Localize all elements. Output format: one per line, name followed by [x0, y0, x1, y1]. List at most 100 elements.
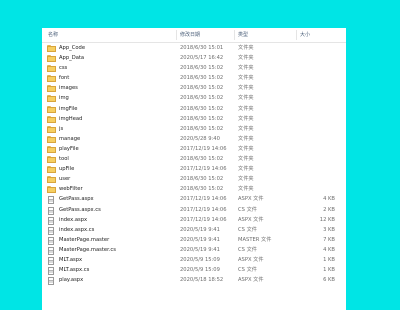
folder-icon [47, 65, 56, 73]
file-row[interactable]: js 2018/6/30 15:02 文件夹 [42, 124, 346, 134]
file-size: 6 KB [323, 277, 335, 284]
file-row[interactable]: tool 2018/6/30 15:02 文件夹 [42, 154, 346, 164]
file-row[interactable]: css 2018/6/30 15:02 文件夹 [42, 63, 346, 73]
column-divider[interactable] [296, 30, 297, 40]
file-type: 文件夹 [238, 75, 254, 82]
file-date-modified: 2018/6/30 15:02 [180, 115, 224, 122]
folder-icon [47, 186, 56, 194]
file-name: imgHead [59, 115, 83, 122]
file-row[interactable]: MLT.aspx 2020/5/9 15:09 ASPX 文件 1 KB [42, 255, 346, 265]
file-name: imgFile [59, 105, 78, 112]
file-name: manage [59, 135, 81, 142]
file-icon [47, 216, 56, 225]
folder-icon [47, 176, 56, 184]
file-type: CS 文件 [238, 246, 257, 253]
column-header-row: 名称 修改日期 类型 大小 [42, 28, 346, 43]
file-date-modified: 2020/5/18 18:52 [180, 277, 224, 284]
file-name: MLT.aspx.cs [59, 267, 90, 274]
file-size [298, 164, 335, 174]
file-size: 1 KB [323, 256, 335, 263]
file-name: tool [59, 156, 69, 163]
file-size [298, 154, 335, 164]
file-date-modified: 2018/6/30 15:02 [180, 105, 224, 112]
folder-icon [47, 115, 56, 123]
file-row[interactable]: font 2018/6/30 15:02 文件夹 [42, 73, 346, 83]
folder-icon [47, 45, 56, 52]
file-icon [47, 226, 56, 235]
file-row[interactable]: imgFile 2018/6/30 15:02 文件夹 [42, 104, 346, 114]
file-size [298, 134, 335, 144]
file-row[interactable]: index.aspx 2017/12/19 14:06 ASPX 文件 12 KB [42, 215, 346, 225]
file-row[interactable]: playFile 2017/12/19 14:06 文件夹 [42, 144, 346, 154]
column-header-name[interactable]: 名称 [48, 28, 58, 42]
file-row[interactable]: App_Code 2018/6/30 15:01 文件夹 [42, 43, 346, 53]
file-explorer-window: 名称 修改日期 类型 大小 App_Code 2018/6/30 15:01 文件夹… [42, 28, 346, 310]
file-row[interactable]: MasterPage.master.cs 2020/5/19 9:41 CS 文件 4… [42, 245, 346, 255]
folder-icon [47, 156, 56, 164]
file-row[interactable]: user 2018/6/30 15:02 文件夹 [42, 174, 346, 184]
folder-icon [47, 75, 56, 83]
file-date-modified: 2018/6/30 15:02 [180, 65, 224, 72]
file-date-modified: 2018/6/30 15:02 [180, 156, 224, 163]
file-row[interactable]: index.aspx.cs 2020/5/19 9:41 CS 文件 3 KB [42, 225, 346, 235]
file-icon [47, 256, 56, 265]
file-row[interactable]: images 2018/6/30 15:02 文件夹 [42, 83, 346, 93]
file-type: MASTER 文件 [238, 236, 272, 243]
file-name: GetPass.aspx.cs [59, 206, 101, 213]
file-name: GetPass.aspx [59, 196, 94, 203]
file-size [298, 124, 335, 134]
file-type: 文件夹 [238, 176, 254, 183]
file-row[interactable]: App_Data 2020/5/17 16:42 文件夹 [42, 53, 346, 63]
file-row[interactable]: webFilter 2018/6/30 15:02 文件夹 [42, 184, 346, 194]
file-date-modified: 2020/5/19 9:41 [180, 236, 220, 243]
file-row[interactable]: play.aspx 2020/5/18 18:52 ASPX 文件 6 KB [42, 275, 346, 286]
file-row[interactable]: GetPass.aspx 2017/12/19 14:06 ASPX 文件 4 KB [42, 194, 346, 205]
file-name: MLT.aspx [59, 256, 83, 263]
file-name: index.aspx.cs [59, 226, 95, 233]
file-name: css [59, 65, 68, 72]
file-name: user [59, 176, 71, 183]
column-divider[interactable] [176, 30, 177, 40]
file-date-modified: 2020/5/17 16:42 [180, 55, 224, 62]
folder-icon [47, 135, 56, 143]
file-size: 4 KB [323, 196, 335, 203]
file-row[interactable]: img 2018/6/30 15:02 文件夹 [42, 93, 346, 103]
file-row[interactable]: manage 2020/5/28 9:40 文件夹 [42, 134, 346, 144]
file-row[interactable]: MLT.aspx.cs 2020/5/9 15:09 CS 文件 1 KB [42, 265, 346, 276]
file-icon [47, 267, 56, 276]
file-type: CS 文件 [238, 206, 257, 213]
file-row[interactable]: MasterPage.master 2020/5/19 9:41 MASTER 文件… [42, 235, 346, 245]
file-date-modified: 2018/6/30 15:02 [180, 125, 224, 132]
folder-icon [47, 166, 56, 174]
file-type: 文件夹 [238, 55, 254, 62]
file-name: index.aspx [59, 216, 88, 223]
file-icon [47, 196, 56, 205]
file-type: ASPX 文件 [238, 216, 264, 223]
file-size [298, 73, 335, 83]
file-row[interactable]: GetPass.aspx.cs 2017/12/19 14:06 CS 文件 2 KB [42, 205, 346, 215]
file-type: 文件夹 [238, 95, 254, 102]
file-icon [47, 206, 56, 215]
column-header-size[interactable]: 大小 [300, 28, 310, 42]
file-type: 文件夹 [238, 85, 254, 92]
file-row[interactable]: upFile 2017/12/19 14:06 文件夹 [42, 164, 346, 174]
file-date-modified: 2018/6/30 15:02 [180, 186, 224, 193]
column-header-date[interactable]: 修改日期 [180, 28, 200, 42]
file-name: MasterPage.master [59, 236, 110, 243]
file-date-modified: 2017/12/19 14:06 [180, 216, 227, 223]
file-size: 2 KB [323, 206, 335, 213]
file-row[interactable]: imgHead 2018/6/30 15:02 文件夹 [42, 114, 346, 124]
folder-icon [47, 105, 56, 113]
file-type: 文件夹 [238, 145, 254, 152]
file-size: 1 KB [323, 267, 335, 274]
file-size: 7 KB [323, 236, 335, 243]
file-date-modified: 2020/5/9 15:09 [180, 256, 220, 263]
file-size [298, 114, 335, 124]
column-divider[interactable] [234, 30, 235, 40]
file-type: ASPX 文件 [238, 277, 264, 284]
column-header-type[interactable]: 类型 [238, 28, 248, 42]
file-size: 4 KB [323, 246, 335, 253]
file-date-modified: 2017/12/19 14:06 [180, 196, 227, 203]
file-size [298, 93, 335, 103]
folder-icon [47, 95, 56, 103]
